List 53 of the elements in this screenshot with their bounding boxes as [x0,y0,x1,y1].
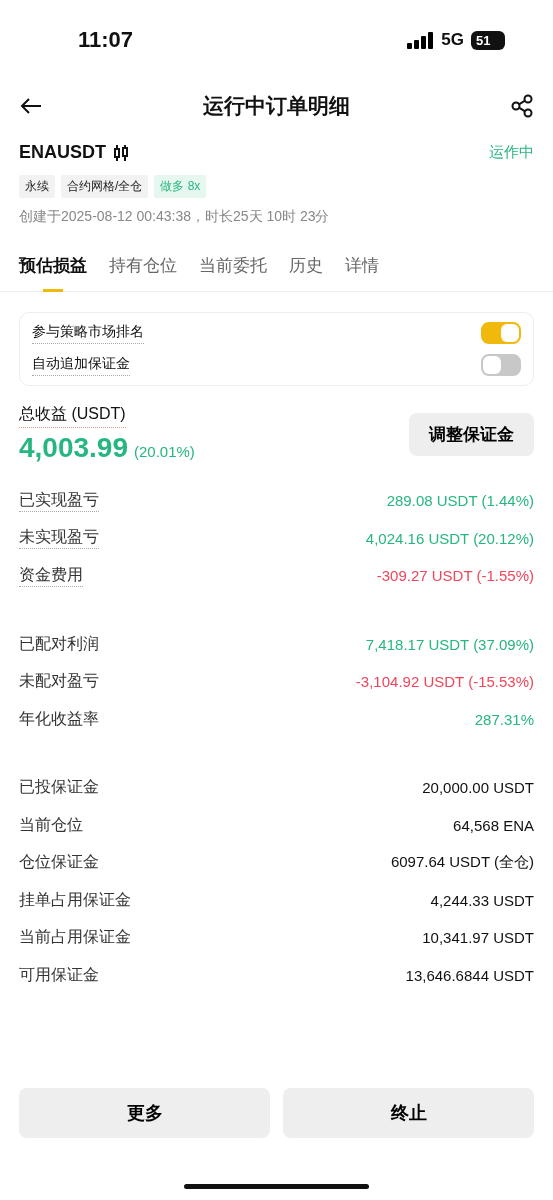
toggle-switch[interactable] [481,322,521,344]
candlestick-icon[interactable] [114,143,128,162]
row-value: -309.27 USDT (-1.55%) [376,567,534,585]
row-value: 10,341.97 USDT [422,929,534,947]
tab[interactable]: 预估损益 [19,250,87,291]
row-value: 7,418.17 USDT (37.09%) [365,635,534,653]
adjust-margin-button[interactable]: 调整保证金 [409,412,534,456]
row-value: 289.08 USDT (1.44%) [386,492,534,510]
action-button[interactable]: 终止 [283,1088,534,1138]
row-label: 已实现盈亏 [19,489,99,512]
total-value: 4,003.99 [19,432,128,464]
row-label: 已投保证金 [19,777,99,798]
row-label: 当前占用保证金 [19,927,131,948]
battery-icon: 51 [471,30,505,50]
network-label: 5G [441,30,464,50]
row-label: 仓位保证金 [19,852,99,873]
back-arrow-icon[interactable] [20,97,42,115]
setting-label: 参与策略市场排名 [32,322,144,344]
row-label: 年化收益率 [19,708,99,729]
symbol-name: ENAUSDT [19,142,106,163]
tab[interactable]: 历史 [289,250,323,291]
total-label: 总收益 (USDT) [19,404,126,428]
row-label: 已配对利润 [19,633,99,654]
status-label: 运作中 [489,143,534,162]
row-value: 13,646.6844 USDT [405,966,534,984]
row-value: 4,244.33 USDT [430,891,534,909]
row-value: 4,024.16 USDT (20.12%) [365,529,534,547]
row-label: 挂单占用保证金 [19,889,131,910]
tab[interactable]: 详情 [345,250,379,291]
row-label: 未实现盈亏 [19,527,99,550]
toggle-switch[interactable] [481,354,521,376]
total-percent: (20.01%) [134,443,195,460]
action-button[interactable]: 更多 [19,1088,270,1138]
status-time: 11:07 [78,27,134,53]
row-value: 6097.64 USDT (全仓) [390,853,534,873]
tab[interactable]: 持有仓位 [109,250,177,291]
row-label: 资金费用 [19,564,83,587]
signal-icon [407,31,435,49]
row-label: 未配对盈亏 [19,671,99,692]
row-label: 可用保证金 [19,964,99,985]
row-value: -3,104.92 USDT (-15.53%) [355,673,534,691]
row-value: 64,568 ENA [453,816,534,834]
tag: 做多 8x [154,175,207,198]
row-label: 当前仓位 [19,814,83,835]
page-title: 运行中订单明细 [203,93,350,119]
created-time: 创建于2025-08-12 00:43:38，时长25天 10时 23分 [18,208,331,226]
tag: 合约网格/全仓 [61,175,149,198]
row-value: 287.31% [474,710,534,728]
tab[interactable]: 当前委托 [199,250,267,291]
row-value: 20,000.00 USDT [422,779,534,797]
setting-label: 自动追加保证金 [32,354,130,376]
tag: 永续 [19,175,55,198]
share-icon[interactable] [511,94,533,118]
